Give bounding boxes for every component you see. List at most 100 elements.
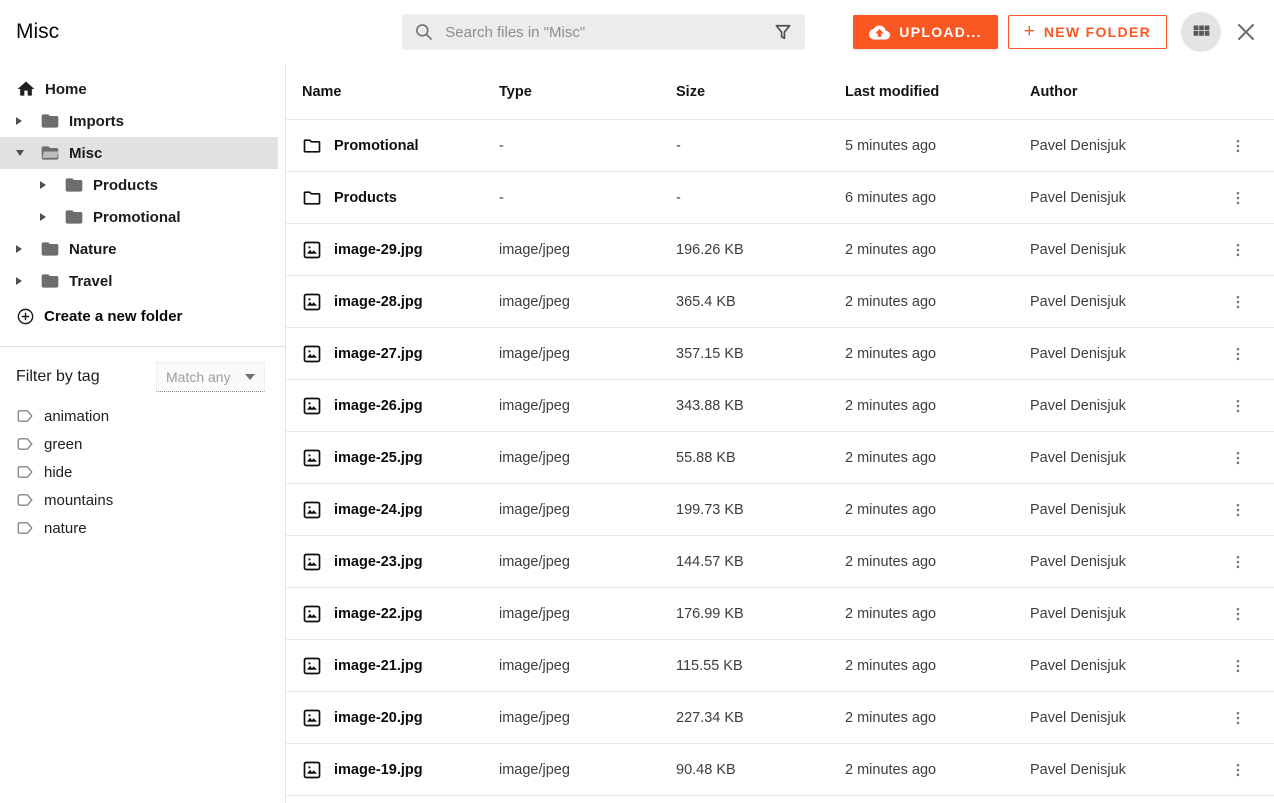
column-header-last-modified[interactable]: Last modified	[845, 84, 1030, 100]
tree-item-nature[interactable]: Nature	[0, 233, 285, 265]
tree-item-imports[interactable]: Imports	[0, 105, 285, 137]
grid-view-icon	[1191, 22, 1212, 43]
table-row[interactable]: image-19.jpg image/jpeg 90.48 KB 2 minut…	[286, 744, 1274, 796]
file-name: Products	[334, 190, 397, 206]
tag-item-nature[interactable]: nature	[0, 514, 285, 542]
table-row[interactable]: Products - - 6 minutes ago Pavel Denisju…	[286, 172, 1274, 224]
tree-expand-arrow[interactable]	[40, 181, 64, 189]
tag-item-mountains[interactable]: mountains	[0, 486, 285, 514]
file-size: 55.88 KB	[676, 450, 845, 466]
file-name: image-24.jpg	[334, 502, 423, 518]
grid-view-button[interactable]	[1181, 12, 1221, 52]
tree-expand-arrow[interactable]	[16, 150, 40, 156]
kebab-menu-icon[interactable]	[1227, 655, 1249, 677]
table-row[interactable]: image-28.jpg image/jpeg 365.4 KB 2 minut…	[286, 276, 1274, 328]
tag-item-animation[interactable]: animation	[0, 402, 285, 430]
kebab-menu-icon[interactable]	[1227, 707, 1249, 729]
upload-button[interactable]: UPLOAD...	[853, 15, 997, 49]
table-row[interactable]: image-20.jpg image/jpeg 227.34 KB 2 minu…	[286, 692, 1274, 744]
search-input[interactable]	[443, 23, 764, 42]
file-author: Pavel Denisjuk	[1030, 346, 1218, 362]
kebab-menu-icon[interactable]	[1227, 239, 1249, 261]
kebab-menu-icon[interactable]	[1227, 603, 1249, 625]
filter-icon[interactable]	[773, 22, 793, 42]
kebab-menu-icon[interactable]	[1227, 135, 1249, 157]
column-header-name[interactable]: Name	[302, 84, 499, 100]
file-author: Pavel Denisjuk	[1030, 710, 1218, 726]
new-folder-button[interactable]: + NEW FOLDER	[1008, 15, 1167, 49]
tree-expand-arrow[interactable]	[16, 245, 40, 253]
image-icon	[302, 344, 322, 364]
tree-item-home[interactable]: Home	[0, 73, 285, 105]
kebab-menu-icon[interactable]	[1227, 187, 1249, 209]
plus-icon: +	[1024, 22, 1035, 41]
tree-item-promotional[interactable]: Promotional	[0, 201, 285, 233]
tree-item-products[interactable]: Products	[0, 169, 285, 201]
image-icon	[302, 552, 322, 572]
tree-expand-arrow[interactable]	[40, 213, 64, 221]
folder-tree: Home Imports Misc	[0, 73, 285, 297]
file-modified: 2 minutes ago	[845, 658, 1030, 674]
close-button[interactable]	[1234, 20, 1258, 44]
folder-icon	[64, 207, 84, 227]
file-list-panel: NameTypeSizeLast modifiedAuthor Promotio…	[285, 64, 1274, 803]
search-box[interactable]	[402, 14, 805, 50]
kebab-menu-icon[interactable]	[1227, 395, 1249, 417]
table-row[interactable]: image-29.jpg image/jpeg 196.26 KB 2 minu…	[286, 224, 1274, 276]
table-row[interactable]: Promotional - - 5 minutes ago Pavel Deni…	[286, 120, 1274, 172]
file-table: Promotional - - 5 minutes ago Pavel Deni…	[286, 120, 1274, 796]
file-type: image/jpeg	[499, 658, 676, 674]
file-size: 227.34 KB	[676, 710, 845, 726]
file-type: image/jpeg	[499, 398, 676, 414]
file-size: 176.99 KB	[676, 606, 845, 622]
file-name: image-29.jpg	[334, 242, 423, 258]
table-row[interactable]: image-25.jpg image/jpeg 55.88 KB 2 minut…	[286, 432, 1274, 484]
image-icon	[302, 604, 322, 624]
create-folder-button[interactable]: Create a new folder	[0, 300, 285, 332]
image-icon	[302, 656, 322, 676]
chevron-down-icon	[245, 374, 255, 380]
file-type: image/jpeg	[499, 502, 676, 518]
table-row[interactable]: image-21.jpg image/jpeg 115.55 KB 2 minu…	[286, 640, 1274, 692]
tag-item-green[interactable]: green	[0, 430, 285, 458]
file-modified: 2 minutes ago	[845, 554, 1030, 570]
tree-item-label: Promotional	[93, 209, 181, 226]
image-icon	[302, 500, 322, 520]
tag-icon	[16, 407, 34, 425]
tree-item-label: Nature	[69, 241, 117, 258]
kebab-menu-icon[interactable]	[1227, 291, 1249, 313]
column-header-author[interactable]: Author	[1030, 84, 1218, 100]
tree-item-travel[interactable]: Travel	[0, 265, 285, 297]
tag-icon	[16, 463, 34, 481]
table-row[interactable]: image-23.jpg image/jpeg 144.57 KB 2 minu…	[286, 536, 1274, 588]
file-modified: 2 minutes ago	[845, 398, 1030, 414]
sidebar: Home Imports Misc	[0, 64, 285, 803]
image-icon	[302, 292, 322, 312]
table-row[interactable]: image-27.jpg image/jpeg 357.15 KB 2 minu…	[286, 328, 1274, 380]
tag-item-hide[interactable]: hide	[0, 458, 285, 486]
create-folder-label: Create a new folder	[44, 308, 182, 325]
home-icon	[16, 79, 36, 99]
table-row[interactable]: image-24.jpg image/jpeg 199.73 KB 2 minu…	[286, 484, 1274, 536]
tree-expand-arrow[interactable]	[16, 277, 40, 285]
tag-match-mode-select[interactable]: Match any	[156, 362, 265, 392]
tree-item-misc[interactable]: Misc	[0, 137, 278, 169]
kebab-menu-icon[interactable]	[1227, 551, 1249, 573]
file-type: image/jpeg	[499, 762, 676, 778]
folder-outline-icon	[302, 188, 322, 208]
tree-expand-arrow[interactable]	[16, 117, 40, 125]
kebab-menu-icon[interactable]	[1227, 759, 1249, 781]
table-row[interactable]: image-22.jpg image/jpeg 176.99 KB 2 minu…	[286, 588, 1274, 640]
image-icon	[302, 396, 322, 416]
plus-circle-icon	[16, 307, 35, 326]
image-icon	[302, 448, 322, 468]
kebab-menu-icon[interactable]	[1227, 343, 1249, 365]
column-header-size[interactable]: Size	[676, 84, 845, 100]
kebab-menu-icon[interactable]	[1227, 447, 1249, 469]
table-row[interactable]: image-26.jpg image/jpeg 343.88 KB 2 minu…	[286, 380, 1274, 432]
table-header: NameTypeSizeLast modifiedAuthor	[286, 64, 1274, 120]
search-icon	[414, 22, 434, 42]
kebab-menu-icon[interactable]	[1227, 499, 1249, 521]
file-author: Pavel Denisjuk	[1030, 294, 1218, 310]
column-header-type[interactable]: Type	[499, 84, 676, 100]
